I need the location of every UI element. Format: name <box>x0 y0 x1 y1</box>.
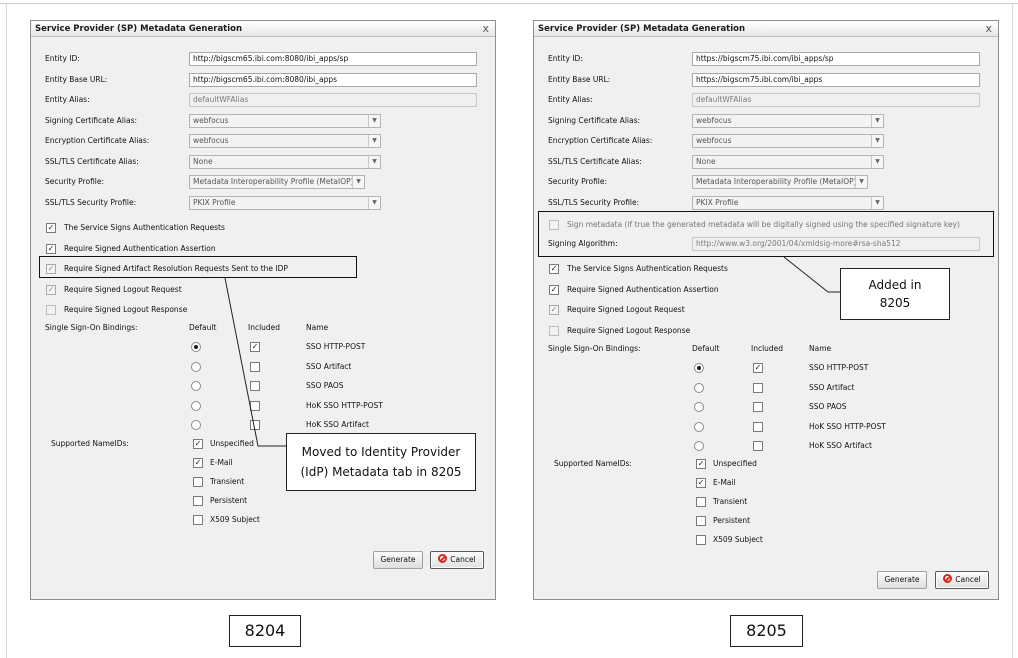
callout-added-8205: Added in 8205 <box>840 268 950 320</box>
version-label-8204: 8204 <box>229 615 301 647</box>
annotation-lines <box>224 256 840 447</box>
callout-leader-8205 <box>783 256 829 293</box>
callout-leader-8204 <box>224 277 259 447</box>
callout-text: Moved to Identity Provider (IdP) Metadat… <box>300 445 462 479</box>
callout-moved-8205: Moved to Identity Provider (IdP) Metadat… <box>286 433 476 491</box>
version-label-8205: 8205 <box>730 615 803 647</box>
callout-text: Added in 8205 <box>868 278 922 310</box>
highlight-sign-metadata <box>538 211 994 257</box>
highlight-artifact-resolution <box>39 256 357 278</box>
